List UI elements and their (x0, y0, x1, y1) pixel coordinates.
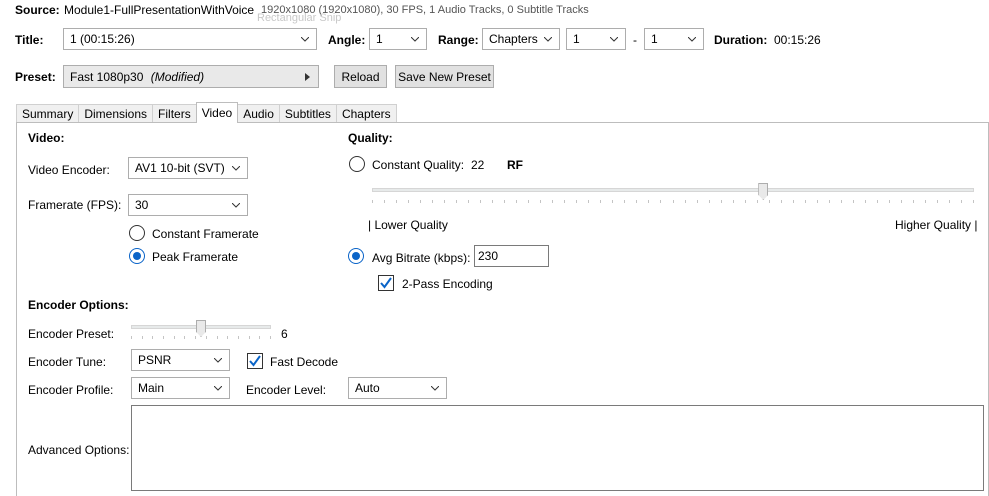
encoder-preset-slider-ticks (131, 336, 271, 339)
range-start-dropdown[interactable]: 1 (566, 28, 626, 50)
save-new-preset-button[interactable]: Save New Preset (395, 65, 494, 88)
preset-label: Preset: (15, 70, 56, 84)
encoder-level-dropdown[interactable]: Auto (348, 377, 447, 399)
chevron-down-icon (213, 355, 223, 365)
encoder-profile-dropdown[interactable]: Main (131, 377, 230, 399)
preset-name: Fast 1080p30 (70, 69, 144, 84)
encoder-level-label: Encoder Level: (246, 383, 327, 397)
tab-subtitles[interactable]: Subtitles (278, 104, 337, 123)
chevron-down-icon (430, 383, 440, 393)
range-end-value: 1 (651, 32, 658, 46)
avg-bitrate-label: Avg Bitrate (kbps): (372, 251, 471, 265)
lower-quality-label: | Lower Quality (368, 218, 448, 232)
range-type-value: Chapters (489, 32, 538, 46)
chevron-down-icon (213, 383, 223, 393)
avg-bitrate-input[interactable] (474, 245, 549, 267)
cq-value: 22 (471, 158, 485, 172)
fast-decode-checkbox[interactable] (247, 353, 263, 369)
two-pass-checkbox[interactable] (378, 275, 394, 291)
avg-bitrate-radio[interactable] (348, 248, 364, 264)
encoder-preset-value: 6 (281, 327, 288, 341)
quality-heading: Quality: (348, 131, 393, 145)
angle-value: 1 (376, 32, 383, 46)
quality-slider-ticks (372, 200, 974, 203)
constant-framerate-radio[interactable] (129, 225, 145, 241)
tab-filters[interactable]: Filters (152, 104, 197, 123)
fast-decode-label: Fast Decode (270, 355, 339, 369)
encoder-level-value: Auto (355, 381, 380, 395)
framerate-dropdown[interactable]: 30 (128, 194, 248, 216)
chevron-down-icon (410, 34, 420, 44)
framerate-value: 30 (135, 198, 149, 212)
angle-dropdown[interactable]: 1 (369, 28, 427, 50)
encoder-profile-value: Main (138, 381, 165, 395)
tab-chapters[interactable]: Chapters (335, 104, 397, 123)
advanced-options-label: Advanced Options: (28, 443, 130, 457)
chevron-down-icon (300, 34, 310, 44)
source-name: Module1-FullPresentationWithVoice (64, 3, 255, 17)
chevron-down-icon (687, 34, 697, 44)
constant-framerate-label: Constant Framerate (152, 227, 259, 241)
range-end-dropdown[interactable]: 1 (644, 28, 704, 50)
tab-summary[interactable]: Summary (16, 104, 80, 123)
encoder-options-heading: Encoder Options: (28, 298, 129, 312)
preset-modified: (Modified) (150, 69, 205, 84)
encoder-tune-value: PSNR (138, 353, 172, 367)
quality-slider-track[interactable] (372, 188, 974, 192)
higher-quality-label: Higher Quality | (895, 218, 978, 232)
advanced-options-textarea[interactable] (131, 405, 984, 491)
source-label: Source: (15, 3, 60, 17)
title-value: 1 (00:15:26) (70, 32, 135, 46)
duration-value: 00:15:26 (774, 33, 821, 47)
tab-strip: Summary Dimensions Filters Video Audio S… (16, 102, 397, 123)
reload-button[interactable]: Reload (334, 65, 387, 88)
constant-quality-label: Constant Quality: (372, 158, 465, 172)
video-encoder-label: Video Encoder: (28, 163, 110, 177)
encoder-tune-label: Encoder Tune: (28, 355, 107, 369)
range-type-dropdown[interactable]: Chapters (482, 28, 560, 50)
encoder-preset-label: Encoder Preset: (28, 327, 115, 341)
encoder-tune-dropdown[interactable]: PSNR (131, 349, 230, 371)
two-pass-label: 2-Pass Encoding (402, 277, 493, 291)
chevron-down-icon (231, 163, 241, 173)
range-separator: - (633, 33, 637, 47)
title-label: Title: (15, 33, 44, 47)
preset-selector[interactable]: Fast 1080p30 (Modified) (63, 65, 319, 88)
chevron-down-icon (231, 200, 241, 210)
tab-dimensions[interactable]: Dimensions (78, 104, 154, 123)
duration-label: Duration: (714, 33, 768, 47)
title-dropdown[interactable]: 1 (00:15:26) (63, 28, 317, 50)
video-encoder-dropdown[interactable]: AV1 10-bit (SVT) (128, 157, 248, 179)
snip-ghost-text: Rectangular Snip (257, 12, 342, 24)
angle-label: Angle: (328, 33, 366, 47)
range-label: Range: (438, 33, 479, 47)
range-start-value: 1 (573, 32, 580, 46)
encoder-profile-label: Encoder Profile: (28, 383, 114, 397)
cq-unit: RF (507, 158, 523, 172)
checkmark-icon (380, 277, 392, 289)
video-heading: Video: (28, 131, 65, 145)
framerate-label: Framerate (FPS): (28, 198, 122, 212)
peak-framerate-radio[interactable] (129, 248, 145, 264)
chevron-down-icon (609, 34, 619, 44)
chevron-right-icon (302, 72, 312, 82)
peak-framerate-label: Peak Framerate (152, 250, 239, 264)
constant-quality-radio[interactable] (349, 156, 365, 172)
video-encoder-value: AV1 10-bit (SVT) (135, 161, 225, 175)
tab-audio[interactable]: Audio (237, 104, 280, 123)
tab-video[interactable]: Video (195, 102, 239, 123)
checkmark-icon (249, 355, 261, 367)
chevron-down-icon (543, 34, 553, 44)
